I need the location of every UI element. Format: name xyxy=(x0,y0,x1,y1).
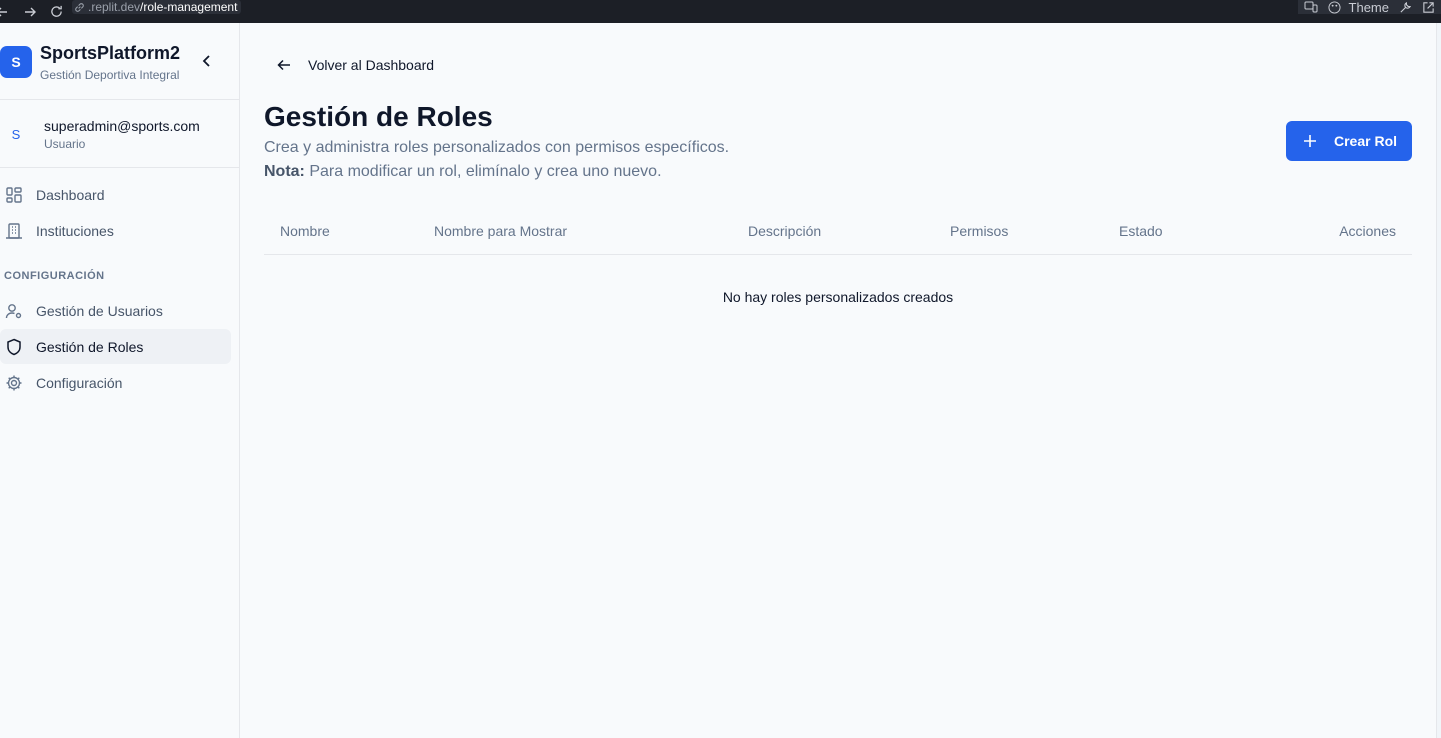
address-bar[interactable]: .replit.dev/role-management xyxy=(72,0,242,14)
reload-icon[interactable] xyxy=(48,4,64,20)
page-note: Nota: Para modificar un rol, elimínalo y… xyxy=(264,163,662,181)
user-email: superadmin@sports.com xyxy=(44,118,200,134)
sidebar-item-gestion-usuarios[interactable]: Gestión de Usuarios xyxy=(0,293,231,328)
back-link-label: Volver al Dashboard xyxy=(308,57,435,73)
divider xyxy=(0,167,240,168)
sidebar-item-dashboard[interactable]: Dashboard xyxy=(0,177,231,212)
divider xyxy=(0,99,240,100)
sidebar-item-label: Dashboard xyxy=(36,186,105,203)
palette-icon xyxy=(1327,0,1341,14)
sidebar-item-instituciones[interactable]: Instituciones xyxy=(0,213,231,248)
column-header-acciones: Acciones xyxy=(1339,223,1396,239)
brand-logo: S xyxy=(0,46,32,78)
url-domain: .replit.dev xyxy=(88,0,141,14)
empty-state-message: No hay roles personalizados creados xyxy=(722,289,954,305)
arrow-left-icon xyxy=(276,57,292,73)
plus-icon xyxy=(1302,133,1318,149)
sidebar-item-label: Configuración xyxy=(36,374,123,391)
sidebar-item-label: Gestión de Roles xyxy=(36,338,144,355)
shield-icon xyxy=(4,337,23,356)
sidebar-item-label: Gestión de Usuarios xyxy=(36,302,163,319)
back-nav-icon[interactable] xyxy=(0,4,10,20)
chevron-left-icon xyxy=(202,55,212,67)
building-icon xyxy=(4,221,23,240)
back-to-dashboard-link[interactable]: Volver al Dashboard xyxy=(276,53,434,77)
layout-dashboard-icon xyxy=(4,185,23,204)
note-text: Para modificar un rol, elimínalo y crea … xyxy=(304,163,662,180)
note-label: Nota: xyxy=(264,163,305,180)
scrollbar[interactable] xyxy=(1436,23,1441,738)
theme-button[interactable]: Theme xyxy=(1327,0,1389,15)
collapse-sidebar-button[interactable] xyxy=(199,53,215,69)
column-header-permisos: Permisos xyxy=(950,223,1009,239)
brand-subtitle: Gestión Deportiva Integral xyxy=(40,68,180,82)
user-cog-icon xyxy=(4,301,23,320)
theme-label: Theme xyxy=(1348,0,1389,15)
browser-toolbar: .replit.dev/role-management Theme xyxy=(0,0,1441,23)
forward-nav-icon[interactable] xyxy=(22,4,38,20)
wrench-icon[interactable] xyxy=(1399,1,1412,14)
column-header-descripcion: Descripción xyxy=(748,223,822,239)
column-header-estado: Estado xyxy=(1119,223,1163,239)
page-title: Gestión de Roles xyxy=(264,101,493,132)
open-external-icon[interactable] xyxy=(1422,1,1435,14)
sidebar-item-gestion-roles[interactable]: Gestión de Roles xyxy=(0,329,231,364)
column-header-nombre: Nombre xyxy=(280,223,330,239)
settings-icon xyxy=(4,373,23,392)
section-label-configuracion: CONFIGURACIÓN xyxy=(4,270,105,282)
user-profile[interactable]: S superadmin@sports.com Usuario xyxy=(0,118,240,158)
main-content: Volver al Dashboard Gestión de Roles Cre… xyxy=(241,23,1436,738)
devices-icon[interactable] xyxy=(1304,1,1318,13)
sidebar: S SportsPlatform2 Gestión Deportiva Inte… xyxy=(0,23,240,738)
brand: S SportsPlatform2 Gestión Deportiva Inte… xyxy=(0,41,240,101)
url-path: /role-management xyxy=(140,0,238,14)
browser-actions: Theme xyxy=(1297,0,1441,15)
link-icon xyxy=(74,2,85,13)
sidebar-item-label: Instituciones xyxy=(36,222,114,239)
table-header: Nombre Nombre para Mostrar Descripción P… xyxy=(264,213,1412,255)
sidebar-item-configuracion[interactable]: Configuración xyxy=(0,365,231,400)
page-description: Crea y administra roles personalizados c… xyxy=(264,139,730,156)
avatar: S xyxy=(11,126,21,142)
brand-name: SportsPlatform2 xyxy=(40,43,181,63)
create-role-button[interactable]: Crear Rol xyxy=(1286,121,1412,161)
user-role: Usuario xyxy=(44,137,86,151)
column-header-nombre-mostrar: Nombre para Mostrar xyxy=(434,223,568,239)
roles-table: Nombre Nombre para Mostrar Descripción P… xyxy=(264,213,1412,305)
create-role-label: Crear Rol xyxy=(1334,133,1398,149)
